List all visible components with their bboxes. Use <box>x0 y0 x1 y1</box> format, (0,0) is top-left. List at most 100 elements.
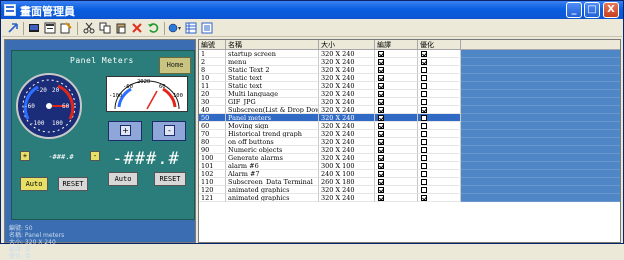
optimize-checkbox[interactable] <box>421 195 427 201</box>
cell-name: alarm #6 <box>226 162 319 170</box>
compile-checkbox[interactable] <box>378 91 384 97</box>
table-body: 1 startup screen 320 X 240 2 menu 320 X 240 8 S… <box>199 50 620 202</box>
delete-icon[interactable] <box>130 21 144 35</box>
optimize-checkbox[interactable] <box>421 179 427 185</box>
optimize-checkbox[interactable] <box>421 91 427 97</box>
optimize-checkbox[interactable] <box>421 123 427 129</box>
table-row[interactable]: 101 alarm #6 300 X 100 <box>199 162 620 170</box>
table-row[interactable]: 70 Historical trend graph 320 X 240 <box>199 130 620 138</box>
table-row[interactable]: 102 Alarm #7 240 X 100 <box>199 170 620 178</box>
auto-button: Auto <box>20 177 48 191</box>
table-row[interactable]: 40 Subscreen(List & Drop Dow... 320 X 240 <box>199 106 620 114</box>
auto-button: Auto <box>108 172 138 186</box>
compile-checkbox[interactable] <box>378 147 384 153</box>
column-header-compile[interactable]: 編譯 <box>375 40 418 50</box>
optimize-checkbox[interactable] <box>421 51 427 57</box>
copy-icon[interactable] <box>98 21 112 35</box>
table-row[interactable]: 80 on off buttons 320 X 240 <box>199 138 620 146</box>
table-row[interactable]: 110 Subscreen_Data Terminal 260 X 180 <box>199 178 620 186</box>
refresh-icon[interactable] <box>146 21 160 35</box>
optimize-checkbox[interactable] <box>421 59 427 65</box>
compile-checkbox[interactable] <box>378 155 384 161</box>
title-bar[interactable]: 畫面管理員 _ □ X <box>1 1 623 19</box>
paste-icon[interactable] <box>114 21 128 35</box>
table-row[interactable]: 10 Static text 320 X 240 <box>199 74 620 82</box>
plus-small-button: + <box>20 151 30 161</box>
column-header-id[interactable]: 編號 <box>199 40 226 50</box>
optimize-checkbox[interactable] <box>421 131 427 137</box>
cell-id: 10 <box>199 74 226 82</box>
list-icon[interactable] <box>200 21 214 35</box>
optimize-checkbox[interactable] <box>421 99 427 105</box>
table-row[interactable]: 60 Moving sign 320 X 240 <box>199 122 620 130</box>
cut-icon[interactable] <box>82 21 96 35</box>
optimize-checkbox[interactable] <box>421 163 427 169</box>
compile-checkbox[interactable] <box>378 163 384 169</box>
compile-checkbox[interactable] <box>378 67 384 73</box>
compile-checkbox[interactable] <box>378 51 384 57</box>
cell-size: 320 X 240 <box>319 154 375 162</box>
compile-checkbox[interactable] <box>378 187 384 193</box>
cell-compile <box>375 146 418 154</box>
compile-checkbox[interactable] <box>378 115 384 121</box>
table-row[interactable]: 50 Panel meters 320 X 240 <box>199 114 620 122</box>
column-header-size[interactable]: 大小 <box>319 40 375 50</box>
compile-checkbox[interactable] <box>378 179 384 185</box>
toolbar <box>2 20 622 37</box>
optimize-checkbox[interactable] <box>421 147 427 153</box>
compile-checkbox[interactable] <box>378 99 384 105</box>
compile-checkbox[interactable] <box>378 83 384 89</box>
compile-checkbox[interactable] <box>378 123 384 129</box>
compile-checkbox[interactable] <box>378 139 384 145</box>
table-row[interactable]: 100 Generate alarms 320 X 240 <box>199 154 620 162</box>
minimize-button[interactable]: _ <box>566 2 582 18</box>
optimize-checkbox[interactable] <box>421 75 427 81</box>
table-row[interactable]: 20 Multi language 320 X 240 <box>199 90 620 98</box>
optimize-checkbox[interactable] <box>421 155 427 161</box>
cell-id: 70 <box>199 130 226 138</box>
cell-optimize <box>418 138 461 146</box>
cell-name: menu <box>226 58 319 66</box>
maximize-button[interactable]: □ <box>584 2 600 18</box>
color-icon[interactable] <box>168 21 182 35</box>
compile-checkbox[interactable] <box>378 107 384 113</box>
column-header-name[interactable]: 名稱 <box>226 40 319 50</box>
table-row[interactable]: 90 Numeric objects 320 X 240 <box>199 146 620 154</box>
table-row[interactable]: 30 GIF_JPG 320 X 240 <box>199 98 620 106</box>
compile-checkbox[interactable] <box>378 59 384 65</box>
table-row[interactable]: 1 startup screen 320 X 240 <box>199 50 620 58</box>
close-button[interactable]: X <box>603 2 619 18</box>
cell-optimize <box>418 186 461 194</box>
arrow-icon[interactable] <box>6 21 20 35</box>
table-row[interactable]: 8 Static Text 2 320 X 240 <box>199 66 620 74</box>
column-header-optimize[interactable]: 優化 <box>418 40 461 50</box>
properties-icon[interactable] <box>59 21 73 35</box>
cell-name: Subscreen_Data Terminal <box>226 178 319 186</box>
cell-compile <box>375 194 418 202</box>
optimize-checkbox[interactable] <box>421 171 427 177</box>
compile-checkbox[interactable] <box>378 195 384 201</box>
table-row[interactable]: 2 menu 320 X 240 <box>199 58 620 66</box>
optimize-checkbox[interactable] <box>421 67 427 73</box>
table-row[interactable]: 120 animated graphics 320 X 240 <box>199 186 620 194</box>
cell-size: 300 X 100 <box>319 162 375 170</box>
window-icon[interactable] <box>43 21 57 35</box>
table-row[interactable]: 121 animated graphics 320 X 240 <box>199 194 620 202</box>
cell-size: 320 X 240 <box>319 114 375 122</box>
plus-button: + <box>120 125 131 136</box>
numeric-display: -###.# <box>102 147 190 171</box>
grid-icon[interactable] <box>184 21 198 35</box>
cell-compile <box>375 130 418 138</box>
optimize-checkbox[interactable] <box>421 107 427 113</box>
screen-icon[interactable] <box>27 21 41 35</box>
toolbar-separator <box>77 22 78 35</box>
optimize-checkbox[interactable] <box>421 83 427 89</box>
compile-checkbox[interactable] <box>378 75 384 81</box>
optimize-checkbox[interactable] <box>421 139 427 145</box>
optimize-checkbox[interactable] <box>421 187 427 193</box>
row-filler <box>461 90 620 98</box>
compile-checkbox[interactable] <box>378 131 384 137</box>
table-row[interactable]: 11 Static text 320 X 240 <box>199 82 620 90</box>
optimize-checkbox[interactable] <box>421 115 427 121</box>
compile-checkbox[interactable] <box>378 171 384 177</box>
